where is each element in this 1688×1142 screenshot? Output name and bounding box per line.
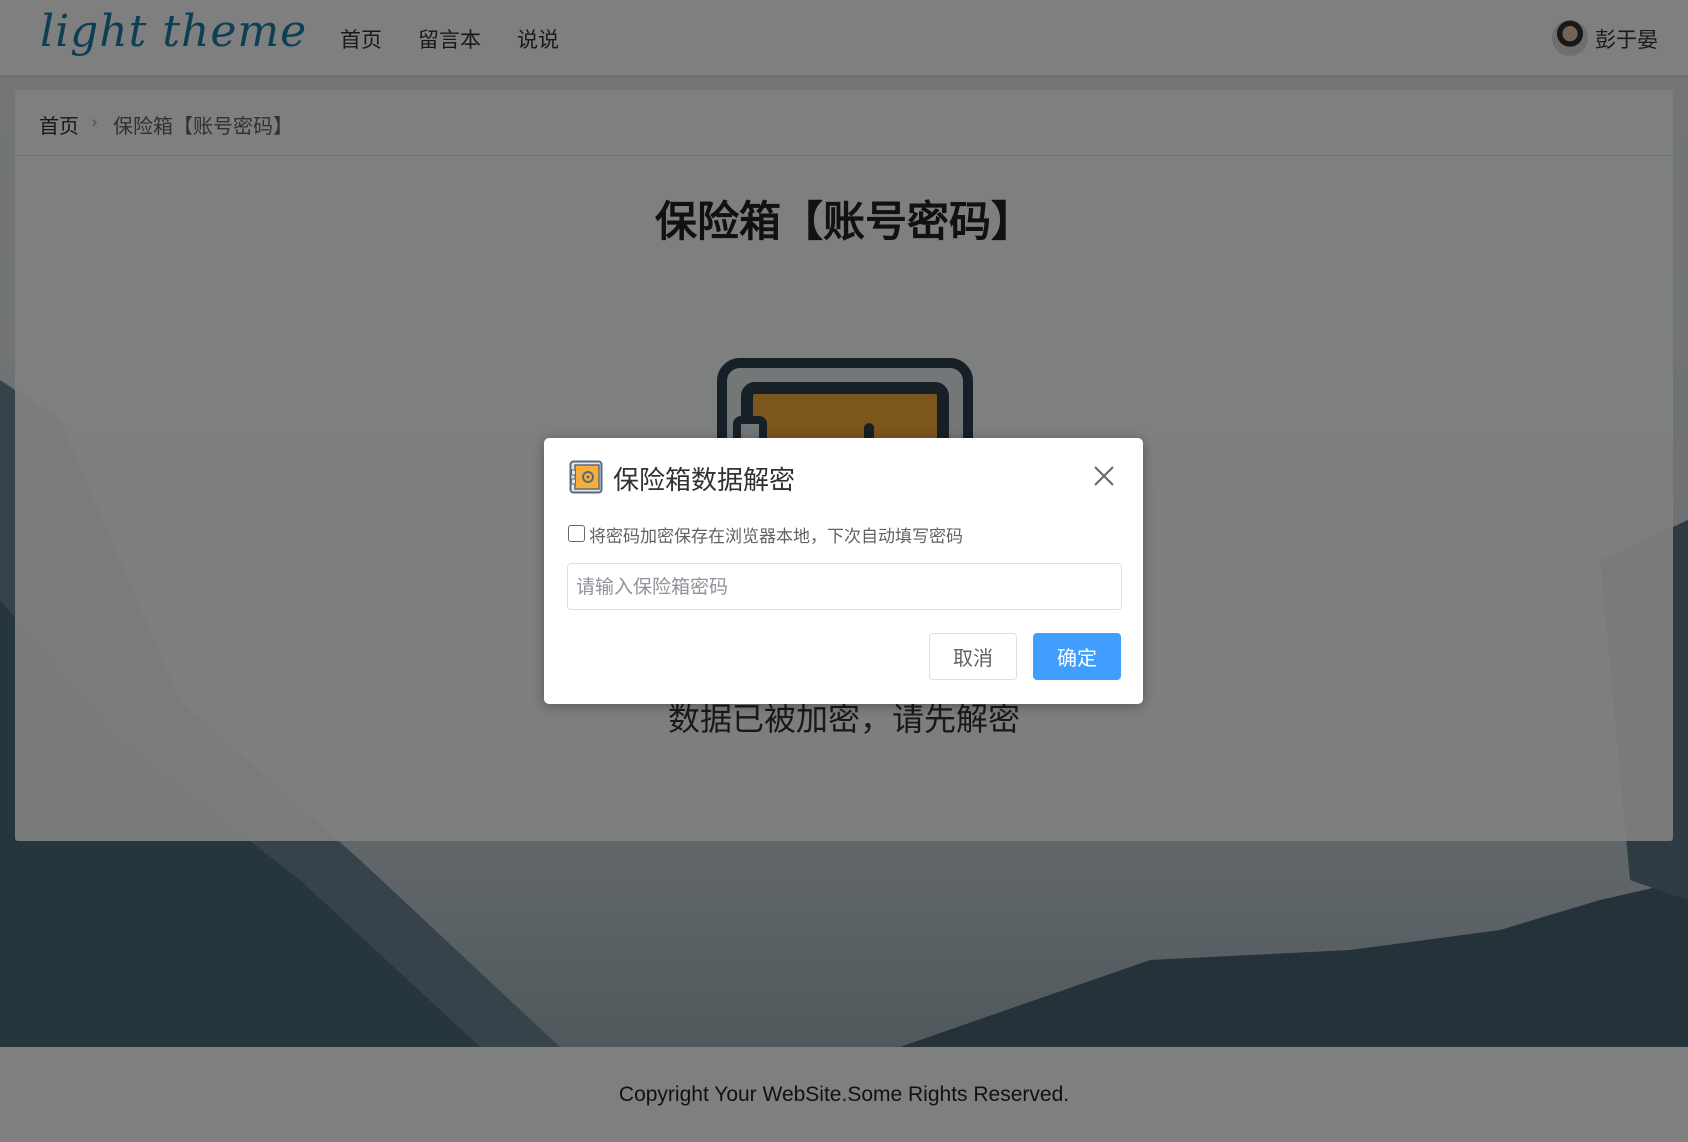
decrypt-dialog: 保险箱数据解密 将密码加密保存在浏览器本地，下次自动填写密码 取消 确定	[544, 438, 1143, 704]
cancel-button[interactable]: 取消	[929, 633, 1017, 680]
confirm-button[interactable]: 确定	[1033, 633, 1121, 680]
password-input[interactable]	[567, 563, 1122, 610]
dialog-title: 保险箱数据解密	[613, 466, 796, 496]
remember-password-label[interactable]: 将密码加密保存在浏览器本地，下次自动填写密码	[589, 522, 963, 547]
remember-password-checkbox[interactable]	[568, 525, 585, 542]
safe-icon	[569, 460, 603, 494]
close-icon[interactable]	[1092, 464, 1116, 488]
